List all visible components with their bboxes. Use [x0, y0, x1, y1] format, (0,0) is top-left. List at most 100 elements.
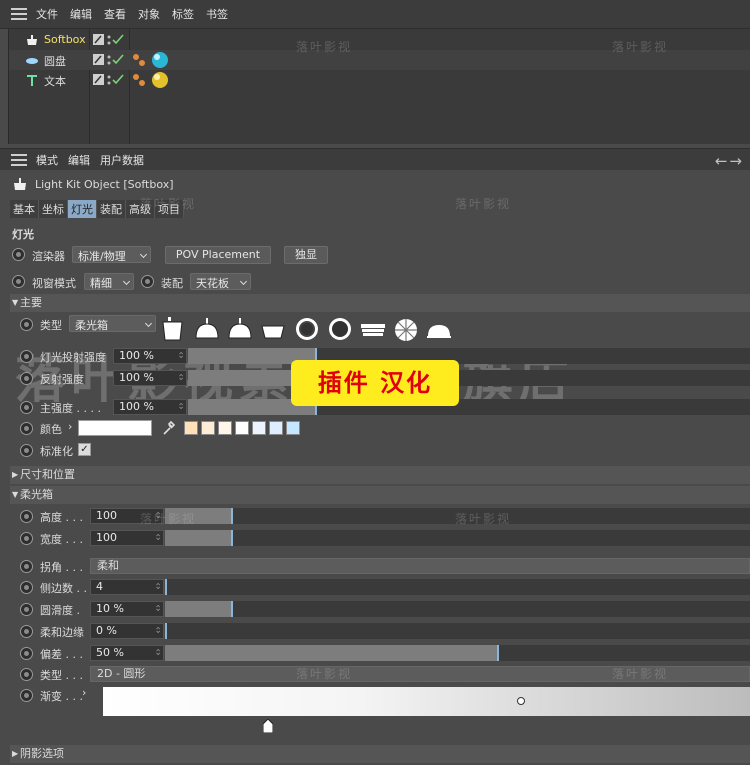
animate-radio[interactable]	[20, 532, 33, 545]
group-softbox[interactable]: ▼ 柔光箱	[10, 486, 750, 504]
color-swatch[interactable]	[184, 421, 198, 435]
animate-radio[interactable]	[20, 318, 33, 331]
object-row-softbox[interactable]: Softbox	[9, 30, 750, 50]
tab-coord[interactable]: 坐标	[39, 200, 68, 218]
pov-placement-button[interactable]: POV Placement	[165, 246, 271, 264]
reflection-intensity-slider[interactable]	[188, 370, 750, 386]
eyedropper-icon[interactable]	[161, 420, 176, 436]
animate-radio[interactable]	[141, 275, 154, 288]
animate-radio[interactable]	[20, 444, 33, 457]
animate-radio[interactable]	[20, 350, 33, 363]
object-name[interactable]: 圆盘	[44, 53, 66, 69]
roundness-slider[interactable]	[165, 601, 750, 617]
animate-radio[interactable]	[20, 668, 33, 681]
animate-radio[interactable]	[20, 625, 33, 638]
normalize-checkbox[interactable]: ✓	[78, 443, 91, 456]
tab-rig[interactable]: 装配	[97, 200, 126, 218]
group-main[interactable]: ▼ 主要	[10, 294, 750, 312]
height-field[interactable]: 100	[90, 508, 164, 524]
menu-view[interactable]: 查看	[104, 6, 126, 22]
color-swatch[interactable]	[218, 421, 232, 435]
menu-mode[interactable]: 模式	[36, 152, 58, 168]
object-row-disc[interactable]: 圆盘	[9, 50, 750, 70]
preset-striplight-icon[interactable]	[361, 324, 385, 336]
animate-radio[interactable]	[20, 372, 33, 385]
gradient-knot[interactable]	[517, 697, 525, 705]
animate-radio[interactable]	[20, 401, 33, 414]
color-swatch[interactable]	[235, 421, 249, 435]
corner-dropdown[interactable]: 柔和	[90, 558, 750, 574]
renderer-dropdown[interactable]: 标准/物理	[72, 246, 151, 263]
main-intensity-field[interactable]: 100 %	[113, 399, 187, 415]
visibility-tags-icon[interactable]	[93, 53, 127, 67]
animate-radio[interactable]	[20, 689, 33, 702]
visibility-tags-icon[interactable]	[93, 73, 127, 87]
menu-object[interactable]: 对象	[138, 6, 160, 22]
color-swatch[interactable]	[269, 421, 283, 435]
group-shadow-options[interactable]: ▶ 阴影选项	[10, 745, 750, 763]
menu-icon[interactable]	[11, 153, 27, 166]
preset-flat-icon[interactable]	[261, 325, 285, 339]
preset-umbrella-icon[interactable]	[395, 319, 417, 341]
tab-project[interactable]: 项目	[155, 200, 184, 218]
material-tags-icon[interactable]	[131, 51, 171, 69]
width-slider[interactable]	[165, 530, 750, 546]
color-field[interactable]	[78, 420, 152, 436]
animate-radio[interactable]	[20, 647, 33, 660]
menu-icon[interactable]	[11, 8, 27, 20]
animate-radio[interactable]	[20, 510, 33, 523]
object-row-text[interactable]: 文本	[9, 70, 750, 90]
roundness-field[interactable]: 10 %	[90, 601, 164, 617]
preset-circle-icon[interactable]	[329, 318, 351, 340]
width-field[interactable]: 100	[90, 530, 164, 546]
rig-dropdown[interactable]: 天花板	[190, 273, 251, 290]
material-tags-icon[interactable]	[131, 71, 171, 89]
main-intensity-slider[interactable]	[188, 399, 750, 415]
preset-softbox-icon[interactable]	[162, 317, 183, 341]
reflection-intensity-field[interactable]: 100 %	[113, 370, 187, 386]
preset-dome-icon[interactable]	[195, 318, 219, 339]
gradient-bar[interactable]	[103, 687, 750, 716]
group-size-position[interactable]: ▶ 尺寸和位置	[10, 466, 750, 484]
light-type-dropdown[interactable]: 柔光箱	[69, 315, 156, 332]
animate-radio[interactable]	[20, 560, 33, 573]
soft-edge-field[interactable]: 0 %	[90, 623, 164, 639]
preset-half-dome-icon[interactable]	[427, 325, 451, 338]
animate-radio[interactable]	[20, 603, 33, 616]
preset-ring-icon[interactable]	[296, 318, 318, 340]
viewport-mode-dropdown[interactable]: 精细	[84, 273, 134, 290]
solo-button[interactable]: 独显	[284, 246, 328, 264]
tab-advanced[interactable]: 高级	[126, 200, 155, 218]
preset-dome-icon[interactable]	[228, 318, 252, 339]
color-swatch[interactable]	[252, 421, 266, 435]
animate-radio[interactable]	[20, 581, 33, 594]
object-name[interactable]: 文本	[44, 73, 66, 89]
menu-user-data[interactable]: 用户数据	[100, 152, 144, 168]
soft-edge-slider[interactable]	[165, 623, 750, 639]
color-swatch[interactable]	[286, 421, 300, 435]
light-cast-intensity-field[interactable]: 100 %	[113, 348, 187, 364]
menu-tags[interactable]: 标签	[172, 6, 194, 22]
bias-field[interactable]: 50 %	[90, 645, 164, 661]
chevron-right-icon[interactable]: ›	[68, 420, 72, 433]
bias-slider[interactable]	[165, 645, 750, 661]
sides-field[interactable]: 4	[90, 579, 164, 595]
visibility-tags-icon[interactable]	[93, 33, 127, 47]
menu-edit[interactable]: 编辑	[68, 152, 90, 168]
light-cast-intensity-slider[interactable]	[188, 348, 750, 364]
object-name[interactable]: Softbox	[44, 33, 86, 46]
sides-slider[interactable]	[165, 579, 750, 595]
menu-file[interactable]: 文件	[36, 6, 58, 22]
tab-light[interactable]: 灯光	[68, 200, 97, 218]
chevron-right-icon[interactable]: ›	[82, 686, 86, 699]
color-swatch[interactable]	[201, 421, 215, 435]
animate-radio[interactable]	[20, 422, 33, 435]
animate-radio[interactable]	[12, 248, 25, 261]
light-presets[interactable]	[162, 316, 462, 342]
shape-type-dropdown[interactable]: 2D - 圆形	[90, 666, 750, 682]
gradient-handle-icon[interactable]	[263, 719, 273, 733]
menu-edit[interactable]: 编辑	[70, 6, 92, 22]
menu-bookmarks[interactable]: 书签	[206, 6, 228, 22]
animate-radio[interactable]	[12, 275, 25, 288]
nav-arrows-icon[interactable]: ←→	[715, 152, 744, 170]
